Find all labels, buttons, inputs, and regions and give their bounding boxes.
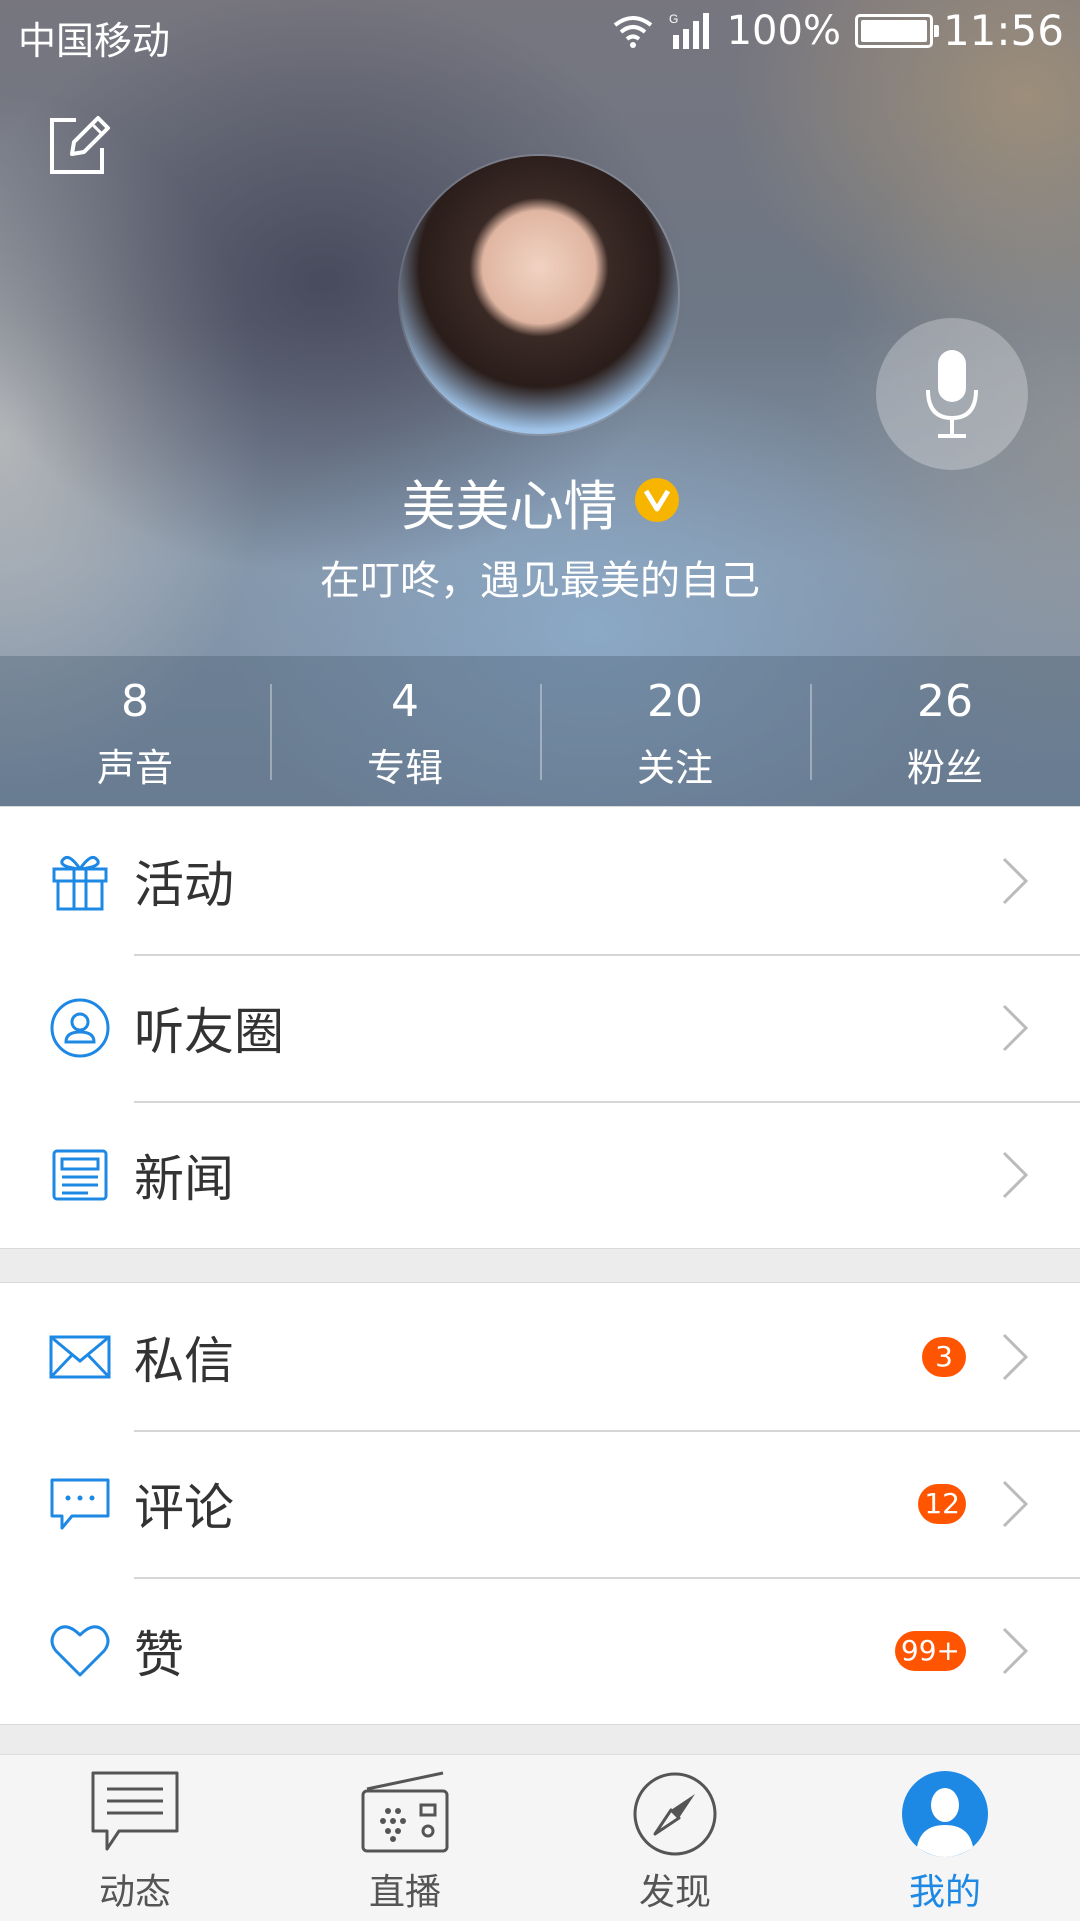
heart-icon <box>50 1625 110 1677</box>
chevron-right-icon <box>1002 1151 1029 1199</box>
tab-discover[interactable]: 发现 <box>540 1755 810 1921</box>
carrier-name: 中国移动 <box>18 19 171 63</box>
bottom-tab-bar: 动态 直播 发现 我的 <box>0 1754 1080 1921</box>
user-icon <box>902 1771 988 1857</box>
menu-item-friends-circle[interactable]: 听友圈 <box>0 954 1080 1101</box>
status-icons: G 100% 11:56 <box>597 6 1064 55</box>
microphone-icon <box>926 350 978 438</box>
chevron-right-icon <box>1002 1333 1029 1381</box>
username: 美美心情 <box>401 475 618 538</box>
friends-circle-icon <box>50 998 110 1058</box>
news-icon <box>52 1149 108 1201</box>
stat-label: 声音 <box>96 746 173 790</box>
profile-header: 中国移动 G 100% 11:56 美美心情 在叮咚，遇见最美的自己 8 声音 … <box>0 0 1080 806</box>
chat-icon <box>91 1771 179 1851</box>
menu-item-messages[interactable]: 私信 3 <box>0 1283 1080 1430</box>
stats-bar: 8 声音 4 专辑 20 关注 26 粉丝 <box>0 656 1080 806</box>
stat-value: 26 <box>917 676 973 727</box>
menu-group-1: 活动 听友圈 新闻 <box>0 806 1080 1249</box>
stat-label: 关注 <box>636 746 713 790</box>
svg-text:G: G <box>669 12 678 26</box>
menu-item-likes[interactable]: 赞 99+ <box>0 1577 1080 1724</box>
stat-label: 专辑 <box>366 746 443 790</box>
profile-name-row: 美美心情 <box>0 462 1080 541</box>
tab-me[interactable]: 我的 <box>810 1755 1080 1921</box>
profile-bio: 在叮咚，遇见最美的自己 <box>320 558 760 604</box>
battery-percentage: 100% <box>726 7 841 54</box>
comment-icon <box>50 1478 110 1530</box>
avatar[interactable] <box>400 156 678 434</box>
tab-live[interactable]: 直播 <box>270 1755 540 1921</box>
tab-label: 动态 <box>98 1872 171 1913</box>
menu-item-label: 评论 <box>134 1479 234 1537</box>
menu-item-label: 活动 <box>134 856 234 914</box>
stat-following[interactable]: 20 关注 <box>540 656 810 806</box>
tab-label: 我的 <box>908 1872 981 1913</box>
menu-item-label: 私信 <box>134 1332 234 1390</box>
verified-badge-icon <box>634 477 679 522</box>
menu-item-label: 赞 <box>134 1626 184 1684</box>
unread-badge: 12 <box>918 1484 966 1524</box>
gift-icon <box>52 855 108 911</box>
chevron-right-icon <box>1002 857 1029 905</box>
stat-sounds[interactable]: 8 声音 <box>0 656 270 806</box>
menu-item-label: 新闻 <box>134 1150 234 1208</box>
mail-icon <box>49 1335 111 1379</box>
menu-group-2: 私信 3 评论 12 赞 99+ <box>0 1282 1080 1725</box>
stat-value: 8 <box>121 676 149 727</box>
menu-item-activities[interactable]: 活动 <box>0 807 1080 954</box>
edit-profile-icon[interactable] <box>46 112 112 178</box>
tab-label: 发现 <box>638 1872 711 1913</box>
record-button[interactable] <box>876 318 1028 470</box>
status-bar: 中国移动 G 100% 11:56 <box>0 0 1080 68</box>
stat-value: 4 <box>391 676 419 727</box>
signal-icon: G <box>669 12 709 49</box>
menu-item-comments[interactable]: 评论 12 <box>0 1430 1080 1577</box>
tab-feed[interactable]: 动态 <box>0 1755 270 1921</box>
menu-item-news[interactable]: 新闻 <box>0 1101 1080 1248</box>
profile-screen: 中国移动 G 100% 11:56 美美心情 在叮咚，遇见最美的自己 8 声音 … <box>0 0 1080 1921</box>
radio-icon <box>361 1771 449 1853</box>
battery-icon <box>854 13 939 48</box>
stat-albums[interactable]: 4 专辑 <box>270 656 540 806</box>
compass-icon <box>633 1772 717 1856</box>
clock: 11:56 <box>942 6 1064 55</box>
wifi-icon <box>613 15 652 48</box>
chevron-right-icon <box>1002 1627 1029 1675</box>
tab-label: 直播 <box>368 1872 441 1913</box>
stat-value: 20 <box>647 676 703 727</box>
unread-badge: 99+ <box>894 1631 966 1671</box>
stat-fans[interactable]: 26 粉丝 <box>810 656 1080 806</box>
unread-badge: 3 <box>922 1337 966 1377</box>
menu-item-label: 听友圈 <box>134 1003 284 1061</box>
chevron-right-icon <box>1002 1480 1029 1528</box>
stat-label: 粉丝 <box>906 746 983 790</box>
chevron-right-icon <box>1002 1004 1029 1052</box>
